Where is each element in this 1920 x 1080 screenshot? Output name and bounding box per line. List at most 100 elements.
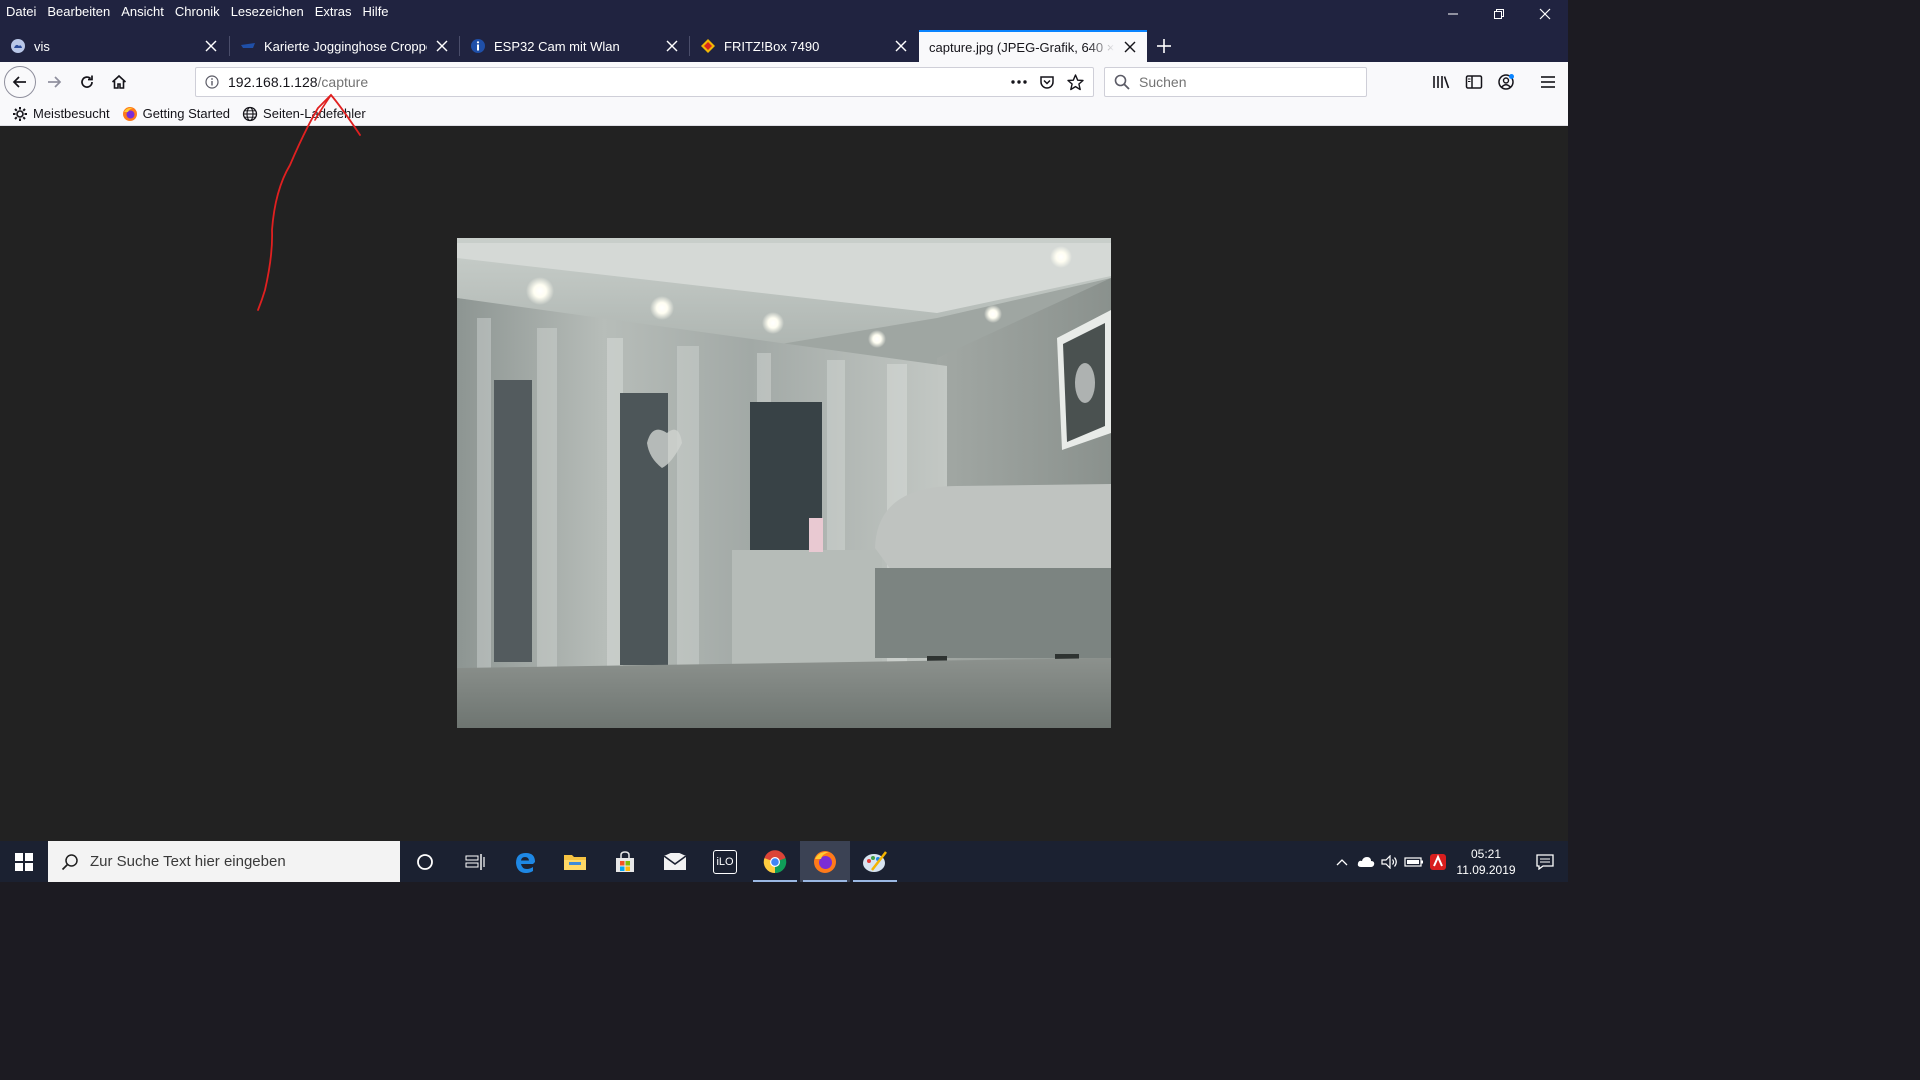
url-bar[interactable]: 192.168.1.128/capture <box>195 67 1094 97</box>
home-button[interactable] <box>103 66 135 98</box>
menu-datei[interactable]: Datei <box>0 2 41 22</box>
tab-esp32[interactable]: ESP32 Cam mit Wlan <box>460 30 689 62</box>
firefox-taskbar-button[interactable] <box>800 841 850 882</box>
bookmark-star-button[interactable] <box>1061 68 1089 96</box>
tab-capture[interactable]: capture.jpg (JPEG-Grafik, 640 × 480 <box>919 30 1147 62</box>
bookmark-label: Meistbesucht <box>33 106 110 121</box>
store-button[interactable] <box>600 841 650 882</box>
search-input[interactable] <box>1139 74 1366 90</box>
account-icon <box>1498 74 1514 90</box>
account-button[interactable] <box>1490 66 1522 98</box>
close-icon <box>1124 41 1136 53</box>
clock-time: 05:21 <box>1470 846 1502 861</box>
show-hidden-icons-button[interactable] <box>1330 841 1354 882</box>
capture-image[interactable] <box>457 238 1111 728</box>
ilo-button[interactable]: iLO <box>700 841 750 882</box>
menu-bar: Datei Bearbeiten Ansicht Chronik Lesezei… <box>0 0 1568 24</box>
tab-close-button[interactable] <box>892 37 910 55</box>
sidebar-button[interactable] <box>1458 66 1490 98</box>
taskbar-clock[interactable]: 05:21 11.09.2019 <box>1450 846 1522 878</box>
bookmark-label: Seiten-Ladefehler <box>263 106 366 121</box>
tab-label: ESP32 Cam mit Wlan <box>494 38 620 54</box>
library-button[interactable] <box>1425 66 1457 98</box>
bookmark-label: Getting Started <box>142 106 231 121</box>
edge-button[interactable] <box>500 841 550 882</box>
store-icon <box>616 850 634 872</box>
menu-bearbeiten[interactable]: Bearbeiten <box>41 2 115 22</box>
tab-fritzbox[interactable]: FRITZ!Box 7490 <box>690 30 918 62</box>
reload-icon <box>81 75 93 88</box>
menu-lesezeichen[interactable]: Lesezeichen <box>225 2 309 22</box>
tab-label: Karierte Jogginghose Cropped <box>264 38 427 54</box>
tab-vis[interactable]: vis <box>0 30 228 62</box>
search-icon <box>1113 73 1131 91</box>
bookmark-seiten-ladefehler[interactable]: Seiten-Ladefehler <box>236 103 372 125</box>
more-dots-icon <box>1011 80 1027 84</box>
start-button[interactable] <box>0 841 48 882</box>
info-icon[interactable] <box>204 74 220 90</box>
firefox-icon <box>122 106 138 122</box>
close-icon <box>666 40 678 52</box>
tab-close-button[interactable] <box>1121 38 1139 56</box>
new-tab-button[interactable] <box>1150 32 1178 60</box>
file-explorer-icon <box>564 854 586 870</box>
url-host: 192.168.1.128 <box>228 74 318 90</box>
back-button[interactable] <box>4 66 36 98</box>
ilo-label: iLO <box>716 855 734 868</box>
taskbar-search-box[interactable]: Zur Suche Text hier eingeben <box>48 841 400 882</box>
chevron-up-icon <box>1336 858 1348 865</box>
library-icon <box>1433 76 1450 89</box>
tab-close-button[interactable] <box>663 37 681 55</box>
tab-close-button[interactable] <box>433 37 451 55</box>
menu-chronik[interactable]: Chronik <box>169 2 225 22</box>
menu-hilfe[interactable]: Hilfe <box>357 2 394 22</box>
star-icon <box>1066 73 1084 90</box>
file-explorer-button[interactable] <box>550 841 600 882</box>
cortana-icon <box>417 853 433 870</box>
app-menu-button[interactable] <box>1532 66 1564 98</box>
menu-extras[interactable]: Extras <box>309 2 357 22</box>
page-content <box>0 126 1568 841</box>
info-favicon-icon <box>470 38 486 54</box>
pocket-icon <box>1040 76 1054 89</box>
reload-button[interactable] <box>71 66 103 98</box>
windows-taskbar: Zur Suche Text hier eingeben iLO 05:21 1… <box>0 841 1568 882</box>
search-bar[interactable] <box>1104 67 1367 97</box>
globe-icon <box>242 106 258 122</box>
tab-label: vis <box>34 38 50 54</box>
tab-close-button[interactable] <box>202 37 220 55</box>
tab-jogginghose[interactable]: Karierte Jogginghose Cropped <box>230 30 459 62</box>
cloud-icon <box>1357 856 1375 867</box>
cortana-button[interactable] <box>400 841 450 882</box>
windows-logo-icon <box>15 852 33 871</box>
bookmark-getting-started[interactable]: Getting Started <box>116 103 236 125</box>
gear-icon <box>12 106 28 122</box>
battery-button[interactable] <box>1402 841 1426 882</box>
paint-button[interactable] <box>850 841 900 882</box>
menu-ansicht[interactable]: Ansicht <box>115 2 169 22</box>
task-view-icon <box>465 853 485 870</box>
page-actions-button[interactable] <box>1005 68 1033 96</box>
minimize-icon <box>1448 13 1458 15</box>
close-icon <box>1539 8 1551 20</box>
taskbar-search-text: Zur Suche Text hier eingeben <box>90 853 286 870</box>
chrome-button[interactable] <box>750 841 800 882</box>
url-path: /capture <box>317 74 369 90</box>
action-center-button[interactable] <box>1522 841 1568 882</box>
onedrive-button[interactable] <box>1354 841 1378 882</box>
bookmark-meistbesucht[interactable]: Meistbesucht <box>6 103 116 125</box>
fritzbox-icon <box>700 38 716 54</box>
mail-icon <box>663 852 687 870</box>
plus-icon <box>1157 39 1171 53</box>
pocket-button[interactable] <box>1033 68 1061 96</box>
sidebar-icon <box>1465 75 1483 89</box>
task-view-button[interactable] <box>450 841 500 882</box>
vis-cloud-icon <box>10 38 26 54</box>
ilo-icon: iLO <box>713 849 737 874</box>
forward-button[interactable] <box>38 66 70 98</box>
mail-button[interactable] <box>650 841 700 882</box>
edge-icon <box>516 852 535 873</box>
volume-button[interactable] <box>1378 841 1402 882</box>
antivirus-button[interactable] <box>1426 841 1450 882</box>
arrow-left-icon <box>12 76 26 88</box>
